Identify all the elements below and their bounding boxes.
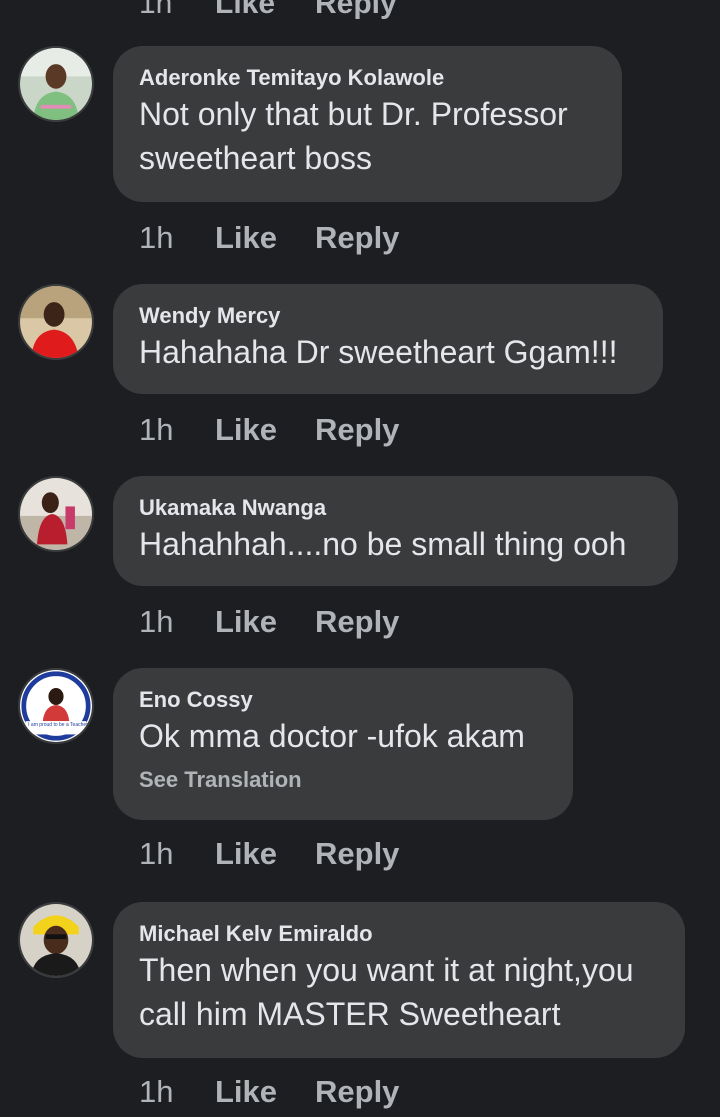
see-translation-link[interactable]: See Translation: [139, 766, 547, 794]
like-button[interactable]: Like: [215, 604, 315, 640]
comment-bubble: Wendy Mercy Hahahaha Dr sweetheart Ggam!…: [113, 284, 663, 394]
avatar[interactable]: [18, 902, 94, 978]
comment-text: Ok mma doctor -ufok akam: [139, 718, 525, 754]
comment-author[interactable]: Aderonke Temitayo Kolawole: [139, 64, 596, 92]
avatar[interactable]: [18, 284, 94, 360]
comment-bubble: Michael Kelv Emiraldo Then when you want…: [113, 902, 685, 1058]
reply-button[interactable]: Reply: [315, 604, 399, 640]
like-button[interactable]: Like: [215, 836, 315, 872]
comment-author[interactable]: Michael Kelv Emiraldo: [139, 920, 659, 948]
like-button[interactable]: Like: [215, 220, 315, 256]
avatar[interactable]: [18, 476, 94, 552]
comment-time: 1h: [139, 220, 174, 255]
reply-button[interactable]: Reply: [315, 220, 399, 256]
reply-button[interactable]: Reply: [315, 1074, 399, 1110]
like-button[interactable]: Like: [215, 412, 315, 448]
comment-text: Hahahhah....no be small thing ooh: [139, 526, 627, 562]
avatar[interactable]: [18, 46, 94, 122]
comment-text: Then when you want it at night,you call …: [139, 952, 634, 1032]
comment-actions: 1h Like Reply: [139, 834, 399, 874]
comment-bubble: Eno Cossy Ok mma doctor -ufok akam See T…: [113, 668, 573, 820]
comment-author[interactable]: Ukamaka Nwanga: [139, 494, 652, 522]
comment-time: 1h: [139, 604, 174, 639]
reply-button[interactable]: Reply: [315, 412, 399, 448]
comment-actions: 1h Like Reply: [139, 1072, 399, 1112]
comment-actions: 1h Like Reply: [139, 410, 399, 450]
reply-button[interactable]: Reply: [315, 836, 399, 872]
previous-comment-actions: 1h Like Reply: [139, 0, 397, 22]
comment-text: Not only that but Dr. Professor sweethea…: [139, 96, 568, 176]
comment-author[interactable]: Eno Cossy: [139, 686, 547, 714]
comment-bubble: Ukamaka Nwanga Hahahhah....no be small t…: [113, 476, 678, 586]
avatar[interactable]: I am proud to be a Teacher: [18, 668, 94, 744]
comment-time: 1h: [139, 412, 174, 447]
avatar-caption: I am proud to be a Teacher: [28, 722, 88, 728]
like-button[interactable]: Like: [215, 1074, 315, 1110]
comment-time: 1h: [139, 836, 174, 871]
comment-actions: 1h Like Reply: [139, 602, 399, 642]
like-button[interactable]: Like: [215, 0, 315, 21]
comment-actions: 1h Like Reply: [139, 218, 399, 258]
comment-time: 1h: [139, 1074, 174, 1109]
comment-bubble: Aderonke Temitayo Kolawole Not only that…: [113, 46, 622, 202]
comment-author[interactable]: Wendy Mercy: [139, 302, 637, 330]
reply-button[interactable]: Reply: [315, 0, 397, 21]
comment-time: 1h: [139, 0, 173, 20]
comment-text: Hahahaha Dr sweetheart Ggam!!!: [139, 334, 618, 370]
